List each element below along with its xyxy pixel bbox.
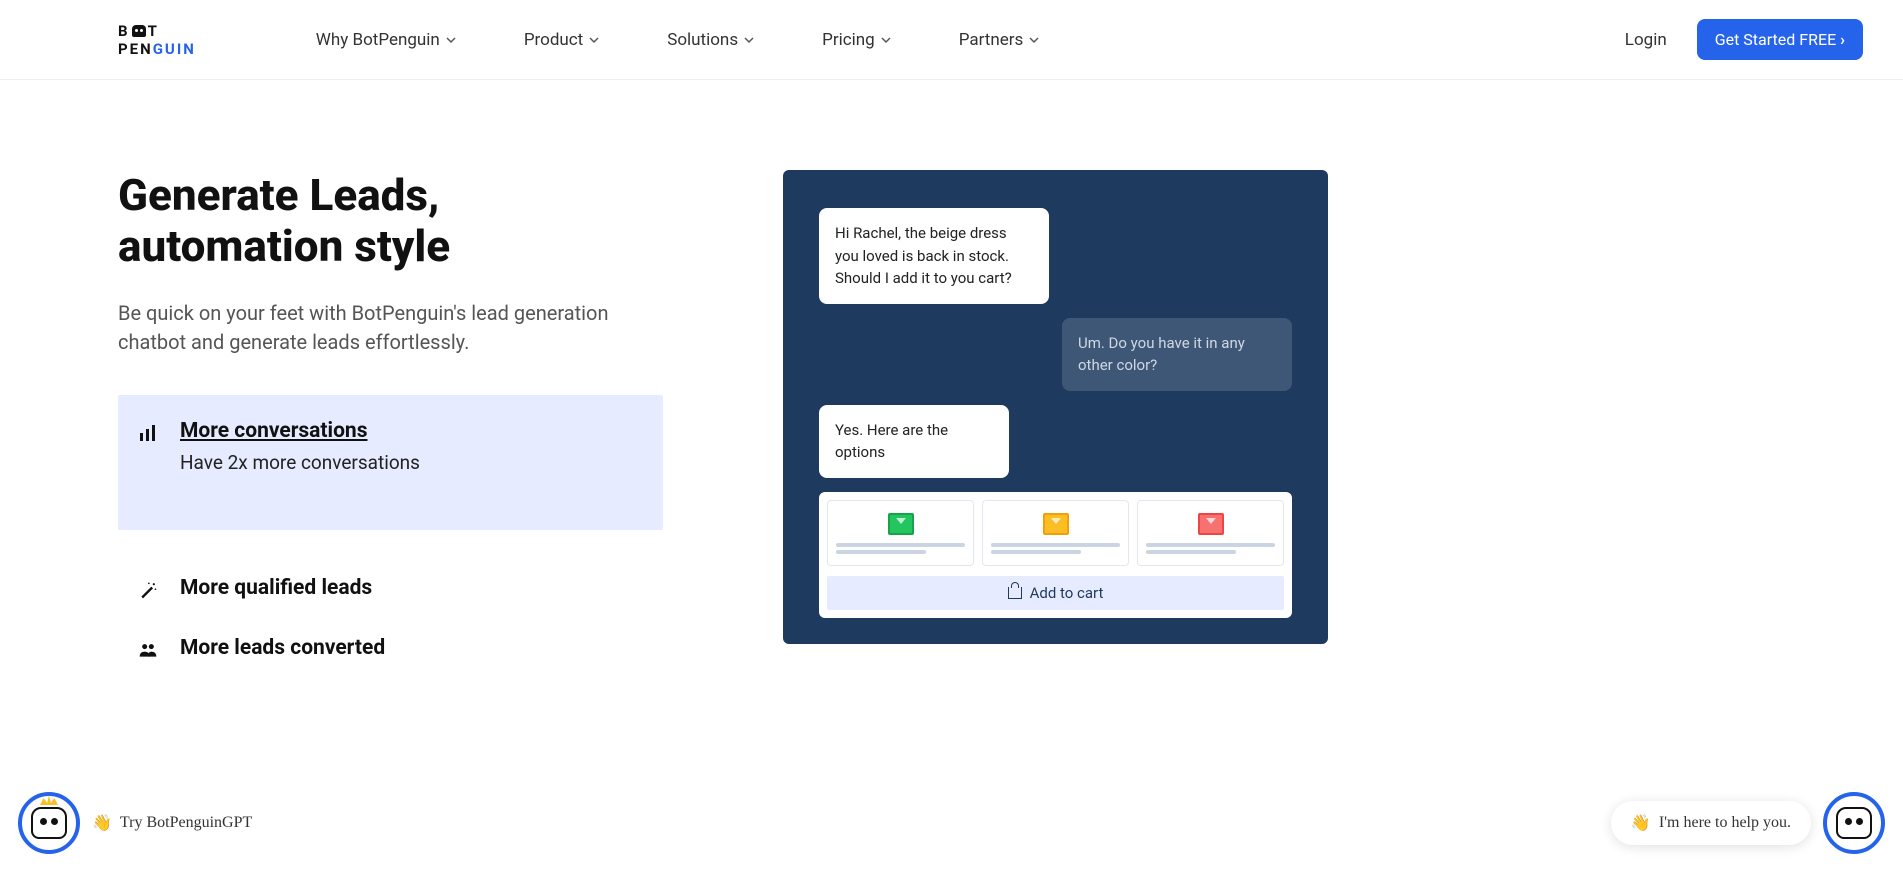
product-option[interactable]: [827, 500, 974, 566]
product-option[interactable]: [982, 500, 1129, 566]
bar-chart-icon: [138, 423, 158, 443]
people-icon: [138, 640, 158, 660]
image-icon-green: [888, 513, 914, 535]
crown-icon: [40, 795, 58, 805]
chevron-down-icon: [446, 35, 456, 45]
nav-product[interactable]: Product: [524, 30, 599, 50]
feature-qualified-leads[interactable]: More qualified leads: [118, 558, 663, 618]
product-options-panel: Add to cart: [819, 492, 1292, 618]
logo-top: BT: [118, 22, 196, 40]
bot-face-icon: [1836, 807, 1872, 839]
chat-bubble-bot: Yes. Here are the options: [819, 405, 1009, 478]
feature-leads-converted[interactable]: More leads converted: [118, 618, 663, 678]
feature-desc: Have 2x more conversations: [180, 451, 420, 474]
feature-title: More qualified leads: [180, 576, 372, 600]
skeleton-line: [991, 550, 1081, 554]
feature-card-active[interactable]: More conversations Have 2x more conversa…: [118, 395, 663, 530]
main-content: Generate Leads, automation style Be quic…: [0, 80, 1903, 738]
bot-face-icon: [31, 807, 67, 839]
login-link[interactable]: Login: [1625, 30, 1667, 50]
float-widget-right: 👋 I'm here to help you.: [1611, 792, 1885, 854]
chat-bubble-user: Um. Do you have it in any other color?: [1062, 318, 1292, 391]
skeleton-line: [1146, 543, 1275, 547]
product-option[interactable]: [1137, 500, 1284, 566]
header: BT PENGUIN Why BotPenguin Product Soluti…: [0, 0, 1903, 80]
botpenguin-gpt-launcher[interactable]: [18, 792, 80, 854]
chevron-down-icon: [589, 35, 599, 45]
chevron-right-icon: ›: [1840, 30, 1845, 49]
main-nav: Why BotPenguin Product Solutions Pricing…: [316, 30, 1625, 50]
help-pill[interactable]: 👋 I'm here to help you.: [1611, 801, 1811, 845]
add-to-cart-button[interactable]: Add to cart: [827, 576, 1284, 610]
try-botpenguin-gpt-label: 👋 Try BotPenguinGPT: [92, 813, 252, 833]
skeleton-line: [836, 550, 926, 554]
logo[interactable]: BT PENGUIN: [118, 22, 196, 58]
bot-head-icon: [132, 25, 146, 37]
nav-solutions[interactable]: Solutions: [667, 30, 754, 50]
chevron-down-icon: [1029, 35, 1039, 45]
chevron-down-icon: [744, 35, 754, 45]
skeleton-line: [836, 543, 965, 547]
image-icon-red: [1198, 513, 1224, 535]
hero-title: Generate Leads, automation style: [118, 170, 663, 271]
skeleton-line: [991, 543, 1120, 547]
chat-bubble-bot: Hi Rachel, the beige dress you loved is …: [819, 208, 1049, 304]
nav-partners[interactable]: Partners: [959, 30, 1040, 50]
nav-pricing[interactable]: Pricing: [822, 30, 891, 50]
wave-icon: 👋: [1631, 813, 1651, 833]
hero-left: Generate Leads, automation style Be quic…: [118, 170, 663, 678]
nav-why-botpenguin[interactable]: Why BotPenguin: [316, 30, 456, 50]
hero-right: Hi Rachel, the beige dress you loved is …: [783, 170, 1328, 678]
image-icon-orange: [1043, 513, 1069, 535]
skeleton-line: [1146, 550, 1236, 554]
float-widget-left: 👋 Try BotPenguinGPT: [18, 792, 252, 854]
wave-icon: 👋: [92, 813, 112, 833]
feature-title: More conversations: [180, 419, 420, 443]
cart-icon: [1008, 587, 1022, 599]
logo-bottom: PENGUIN: [118, 40, 196, 58]
hero-subtitle: Be quick on your feet with BotPenguin's …: [118, 299, 663, 357]
chevron-down-icon: [881, 35, 891, 45]
get-started-button[interactable]: Get Started FREE ›: [1697, 19, 1863, 60]
feature-title: More leads converted: [180, 636, 385, 660]
magic-wand-icon: [138, 580, 158, 600]
header-right: Login Get Started FREE ›: [1625, 19, 1863, 60]
chat-mockup: Hi Rachel, the beige dress you loved is …: [783, 170, 1328, 644]
chat-launcher[interactable]: [1823, 792, 1885, 854]
